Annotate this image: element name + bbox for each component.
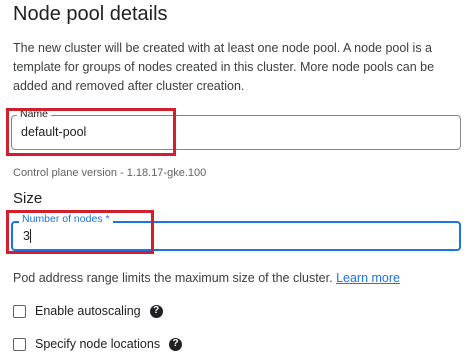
help-icon[interactable]: ? xyxy=(149,304,163,318)
name-field-value[interactable]: default-pool xyxy=(21,125,86,139)
enable-autoscaling-row[interactable]: Enable autoscaling ? xyxy=(13,303,163,319)
number-of-nodes-label: Number of nodes * xyxy=(19,213,113,225)
specify-node-locations-label[interactable]: Specify node locations xyxy=(35,337,160,351)
control-plane-version-hint: Control plane version - 1.18.17-gke.100 xyxy=(13,167,207,179)
pod-range-text: Pod address range limits the maximum siz… xyxy=(13,271,400,285)
name-field-label: Name xyxy=(17,108,52,120)
specify-node-locations-checkbox[interactable] xyxy=(13,337,26,351)
number-of-nodes-field[interactable] xyxy=(11,221,461,251)
page-title: Node pool details xyxy=(13,3,168,25)
pod-range-description: Pod address range limits the maximum siz… xyxy=(13,271,333,285)
specify-node-locations-row[interactable]: Specify node locations ? xyxy=(13,336,183,352)
help-icon[interactable]: ? xyxy=(169,337,183,351)
enable-autoscaling-checkbox[interactable] xyxy=(13,304,26,318)
text-cursor xyxy=(30,229,31,243)
enable-autoscaling-label[interactable]: Enable autoscaling xyxy=(35,304,141,318)
size-section-title: Size xyxy=(13,190,43,207)
learn-more-link[interactable]: Learn more xyxy=(336,271,400,285)
page-description: The new cluster will be created with at … xyxy=(13,41,435,93)
number-of-nodes-value[interactable]: 3 xyxy=(23,229,30,243)
